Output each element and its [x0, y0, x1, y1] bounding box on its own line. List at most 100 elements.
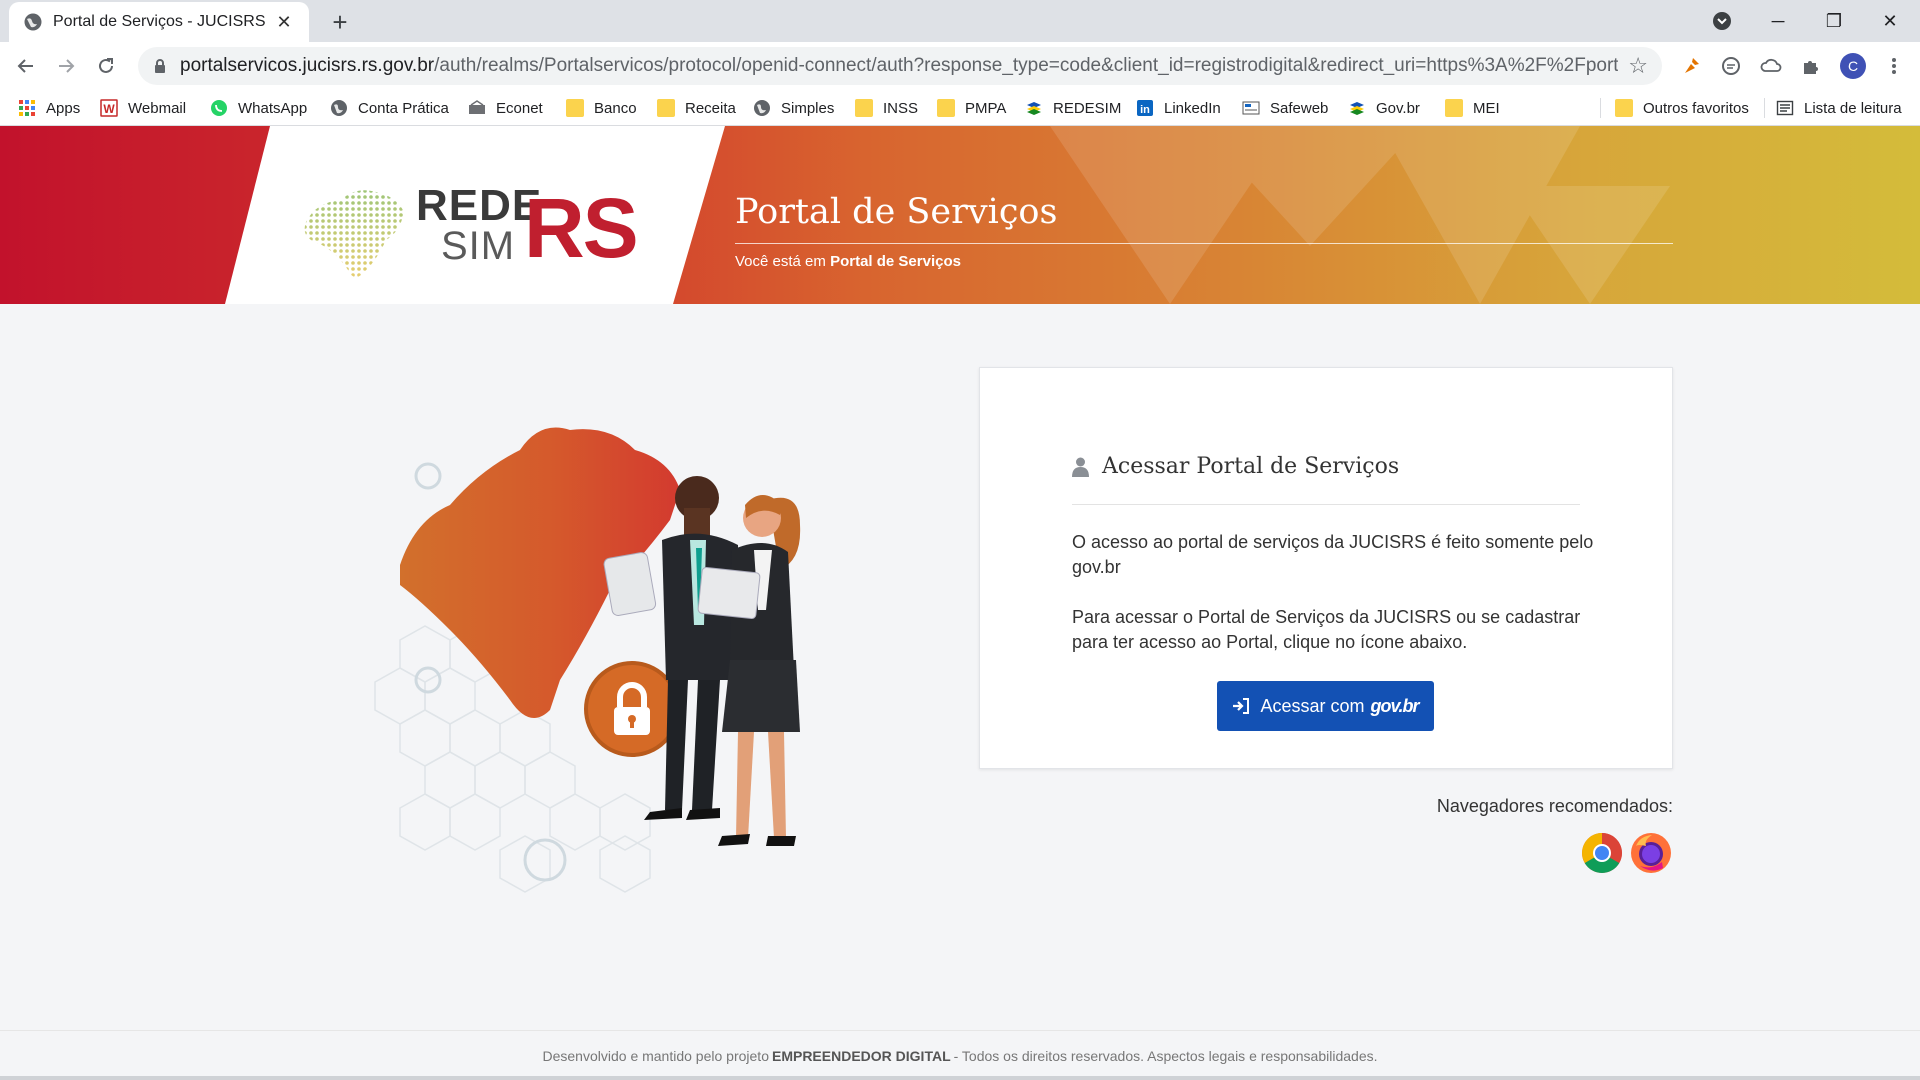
folder-icon — [1445, 99, 1463, 117]
bookmark-banco[interactable]: Banco — [566, 96, 637, 120]
card-title: Acessar Portal de Serviços — [1102, 454, 1400, 479]
bookmark-other-favorites[interactable]: Outros favoritos — [1615, 96, 1749, 120]
tab-close-icon[interactable]: ✕ — [273, 11, 295, 33]
bookmark-label: LinkedIn — [1164, 99, 1221, 117]
bookmark-label: Gov.br — [1376, 99, 1420, 117]
footer-project-name: EMPREENDEDOR DIGITAL — [771, 1047, 951, 1064]
bookmark-redesim[interactable]: REDESIM — [1025, 96, 1121, 120]
bookmark-pmpa[interactable]: PMPA — [937, 96, 1006, 120]
browser-tab-active[interactable]: Portal de Serviços - JUCISRS ✕ — [9, 2, 309, 42]
extension-cloud-icon[interactable] — [1757, 52, 1785, 80]
bookmark-label: REDESIM — [1053, 99, 1122, 117]
minimize-button[interactable]: ─ — [1750, 0, 1806, 42]
whatsapp-icon — [211, 100, 227, 116]
extension-chat-icon[interactable] — [1717, 52, 1745, 80]
arrow-right-icon — [59, 59, 75, 73]
arrow-left-icon — [17, 59, 33, 73]
bookmark-receita[interactable]: Receita — [657, 96, 736, 120]
back-button[interactable] — [10, 50, 42, 82]
govbr-icon — [1350, 102, 1364, 115]
padlock-icon — [584, 661, 680, 757]
bookmark-label: WhatsApp — [238, 99, 308, 117]
card-header: Acessar Portal de Serviços — [1072, 454, 1399, 479]
bookmarks-bar: Apps W Webmail WhatsApp Conta Prática Ec… — [0, 90, 1920, 126]
hero-illustration — [374, 427, 801, 893]
tab-search-icon[interactable] — [1694, 0, 1750, 42]
recommended-browsers-label: Navegadores recomendados: — [1436, 796, 1673, 816]
page-footer: Desenvolvido e mantido pelo projeto EMPR… — [0, 1030, 1920, 1080]
govbr-logo-text: gov.br — [1370, 695, 1420, 716]
webmail-icon: W — [100, 99, 118, 117]
url-host: portalservicos.jucisrs.rs.gov.br — [180, 55, 435, 76]
safeweb-icon — [1242, 101, 1260, 115]
chrome-icon[interactable] — [1581, 832, 1623, 874]
bookmark-label: Webmail — [128, 99, 187, 117]
footer-prefix: Desenvolvido e mantido pelo projeto — [542, 1047, 769, 1064]
breadcrumb-prefix: Você está em — [735, 253, 826, 270]
forward-button[interactable] — [50, 50, 82, 82]
bookmark-econet[interactable]: Econet — [468, 96, 543, 120]
sign-in-icon — [1233, 698, 1250, 714]
page-title: Portal de Serviços — [735, 192, 1058, 232]
breadcrumb-current[interactable]: Portal de Serviços — [830, 253, 961, 270]
tab-title: Portal de Serviços - JUCISRS — [53, 13, 266, 30]
card-divider — [1072, 504, 1580, 505]
bookmark-label: Receita — [685, 99, 736, 117]
footer-suffix[interactable]: - Todos os direitos reservados. Aspectos… — [954, 1048, 1378, 1064]
folder-icon — [855, 99, 873, 117]
apps-grid-icon — [19, 100, 35, 116]
bookmark-label: Simples — [781, 99, 835, 117]
browser-menu-icon[interactable] — [1880, 52, 1908, 80]
bookmark-linkedin[interactable]: in LinkedIn — [1136, 96, 1221, 120]
bookmark-label: Apps — [46, 99, 81, 117]
reading-list-button[interactable]: Lista de leitura — [1776, 96, 1902, 120]
browser-tab-strip: Portal de Serviços - JUCISRS ✕ + ─ ❐ ✕ — [0, 0, 1920, 42]
card-paragraph-1: O acesso ao portal de serviços da JUCISR… — [1072, 532, 1594, 577]
banner-decoration — [1050, 126, 1670, 304]
login-govbr-button[interactable]: Acessar com gov.br — [1217, 681, 1434, 731]
econet-icon — [469, 100, 485, 114]
bookmark-label: Econet — [496, 99, 543, 117]
user-icon — [1072, 457, 1089, 477]
bookmark-webmail[interactable]: W Webmail — [100, 96, 186, 120]
bookmarks-divider — [1764, 98, 1765, 118]
bookmark-apps[interactable]: Apps — [18, 96, 80, 120]
folder-icon — [937, 99, 955, 117]
bookmarks-divider — [1600, 98, 1601, 118]
reading-list-label: Lista de leitura — [1804, 99, 1902, 117]
bookmark-whatsapp[interactable]: WhatsApp — [210, 96, 307, 120]
bookmark-inss[interactable]: INSS — [855, 96, 918, 120]
bookmark-conta-pratica[interactable]: Conta Prática — [330, 96, 449, 120]
restore-button[interactable]: ❐ — [1806, 0, 1862, 42]
logo-sim-text: SIM — [441, 224, 516, 268]
url-text: portalservicos.jucisrs.rs.gov.br/auth/re… — [180, 55, 1618, 77]
browser-toolbar: portalservicos.jucisrs.rs.gov.br/auth/re… — [0, 42, 1920, 90]
close-window-button[interactable]: ✕ — [1862, 0, 1918, 42]
reload-button[interactable] — [90, 50, 122, 82]
govbr-icon — [1027, 102, 1041, 115]
login-button-label: Acessar com — [1260, 695, 1365, 716]
bookmark-govbr[interactable]: Gov.br — [1348, 96, 1420, 120]
extension-pin-icon[interactable] — [1677, 52, 1705, 80]
breadcrumb: Você está em Portal de Serviços — [735, 253, 961, 270]
folder-icon — [657, 99, 675, 117]
address-bar[interactable]: portalservicos.jucisrs.rs.gov.br/auth/re… — [138, 47, 1662, 85]
new-tab-button[interactable]: + — [326, 7, 354, 37]
bookmark-label: MEI — [1473, 99, 1500, 117]
bookmark-label: Safeweb — [1270, 99, 1329, 117]
profile-avatar[interactable]: C — [1840, 53, 1866, 79]
bookmark-star-icon[interactable]: ☆ — [1628, 53, 1648, 79]
extensions-puzzle-icon[interactable] — [1797, 52, 1825, 80]
card-paragraph-2: Para acessar o Portal de Serviços da JUC… — [1072, 607, 1581, 652]
bookmark-safeweb[interactable]: Safeweb — [1242, 96, 1328, 120]
other-favorites-label: Outros favoritos — [1643, 99, 1749, 117]
banner-divider — [735, 243, 1673, 244]
login-card: Acessar Portal de Serviços O acesso ao p… — [979, 367, 1673, 769]
window-bottom-edge — [0, 1076, 1920, 1080]
bookmark-simples[interactable]: Simples — [753, 96, 834, 120]
logo-rs-text: RS — [524, 181, 639, 275]
firefox-icon[interactable] — [1630, 832, 1672, 874]
bookmark-mei[interactable]: MEI — [1445, 96, 1500, 120]
globe-icon — [24, 13, 42, 31]
url-path: /auth/realms/Portalservicos/protocol/ope… — [434, 55, 1619, 76]
